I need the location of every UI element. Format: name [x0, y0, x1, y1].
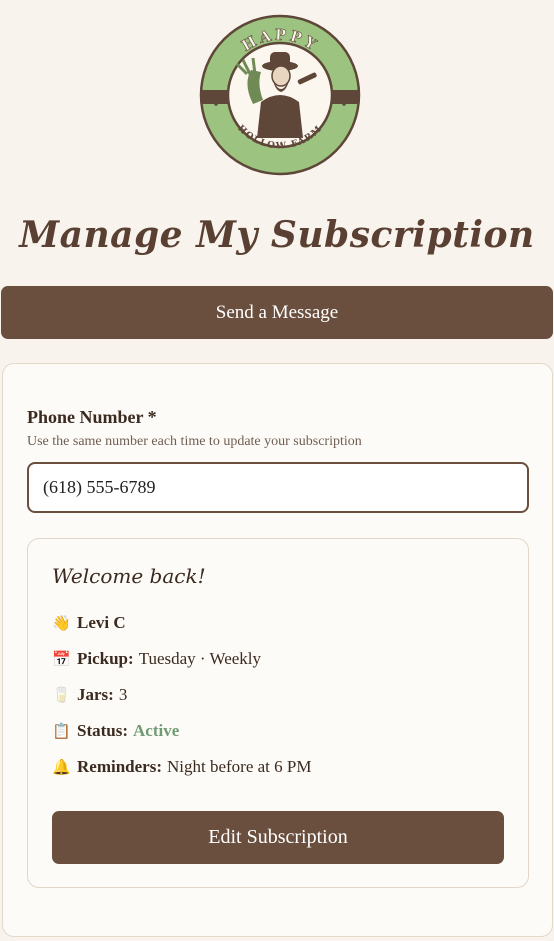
- phone-number-label: Phone Number *: [27, 407, 157, 427]
- subscription-card: Phone Number * Use the same number each …: [2, 363, 553, 937]
- calendar-icon: 📅: [52, 651, 71, 668]
- status-badge: Active: [133, 721, 180, 740]
- logo-emblem-icon: HAPPY HOLLOW FARM: [199, 14, 361, 176]
- waving-hand-icon: 👋: [52, 615, 71, 632]
- status-label: Status:: [77, 721, 129, 740]
- reminders-label: Reminders:: [77, 757, 162, 776]
- page-title: Manage My Subscription: [19, 214, 535, 256]
- farm-logo: HAPPY HOLLOW FARM: [199, 14, 361, 176]
- reminders-row: 🔔 Reminders: Night before at 6 PM: [52, 756, 311, 778]
- reminders-value: Night before at 6 PM: [166, 757, 312, 776]
- jars-label: Jars:: [77, 685, 114, 704]
- phone-number-hint: Use the same number each time to update …: [27, 434, 362, 449]
- bell-icon: 🔔: [52, 759, 71, 776]
- edit-subscription-button[interactable]: Edit Subscription: [52, 811, 504, 864]
- jar-icon: 🥛: [52, 687, 71, 704]
- jars-row: 🥛 Jars: 3: [52, 684, 127, 706]
- clipboard-icon: 📋: [52, 723, 71, 740]
- welcome-title: Welcome back!: [52, 564, 206, 588]
- jars-value: 3: [118, 685, 128, 704]
- customer-name: Levi C: [77, 613, 126, 632]
- status-row: 📋 Status: Active: [52, 720, 179, 742]
- pickup-label: Pickup:: [77, 649, 134, 668]
- customer-name-row: 👋 Levi C: [52, 612, 131, 634]
- pickup-value: Tuesday · Weekly: [138, 649, 262, 668]
- send-message-button[interactable]: Send a Message: [1, 286, 553, 339]
- phone-number-input[interactable]: [27, 462, 529, 513]
- pickup-row: 📅 Pickup: Tuesday · Weekly: [52, 648, 261, 670]
- welcome-panel: Welcome back! 👋 Levi C 📅 Pickup: Tuesday…: [27, 538, 529, 888]
